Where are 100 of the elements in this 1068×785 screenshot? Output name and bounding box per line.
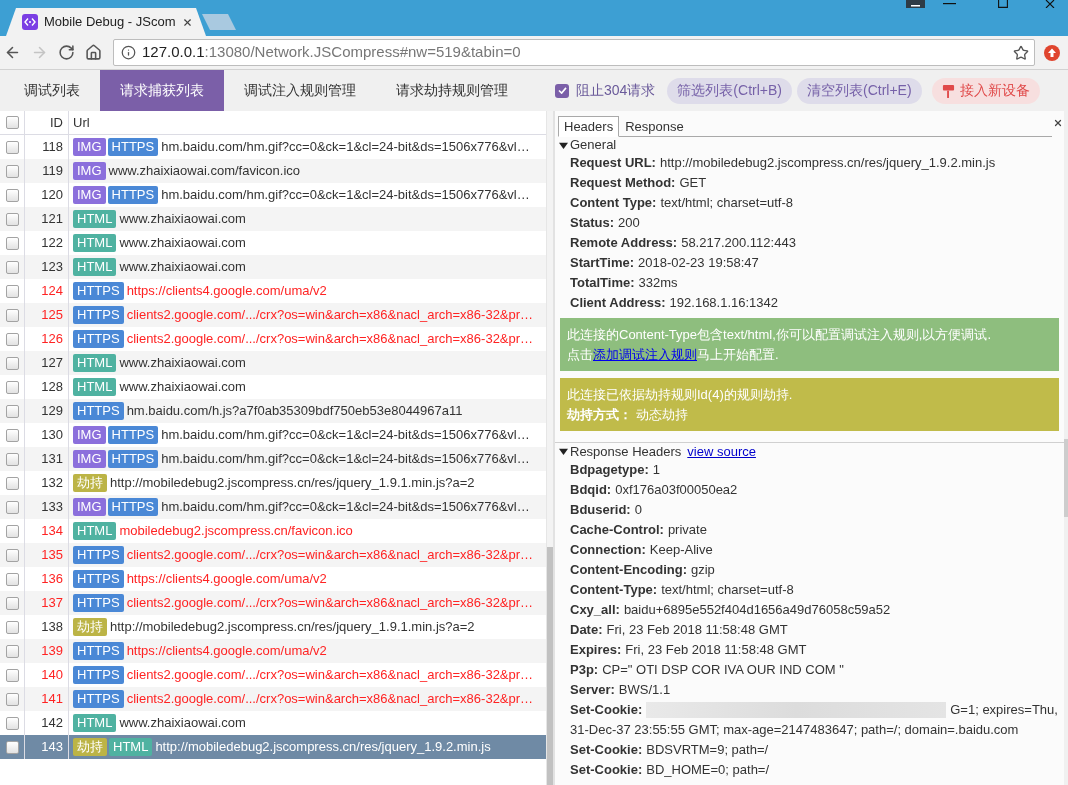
- row-checkbox[interactable]: [5, 212, 19, 226]
- url-cell-text: https://clients4.google.com/uma/v2: [126, 282, 327, 301]
- scrollbar-thumb[interactable]: [547, 547, 553, 785]
- minimize-icon[interactable]: [943, 3, 956, 5]
- id-cell-text: 135: [41, 546, 63, 565]
- url-cell-text: www.zhaixiaowai.com: [119, 354, 246, 373]
- nav-tab[interactable]: 调试注入规则管理: [224, 70, 376, 111]
- table-row[interactable]: 121 HTML www.zhaixiaowai.com: [0, 207, 546, 231]
- add-rule-link[interactable]: 添加调试注入规则: [593, 347, 697, 362]
- row-checkbox[interactable]: [5, 188, 19, 202]
- row-checkbox[interactable]: [5, 668, 19, 682]
- id-cell-text: 120: [41, 186, 63, 205]
- protocol-tag: HTTPS: [73, 546, 124, 564]
- table-row[interactable]: 133 IMG HTTPS hm.baidu.com/hm.gif?cc=0&ck=1&cl=24-bit&ds=1506x776&vl…: [0, 495, 546, 519]
- address-bar[interactable]: 127.0.0.1:13080/Network.JSCompress#nw=519&tabin=0: [113, 39, 1035, 66]
- nav-tab[interactable]: 请求捕获列表: [100, 70, 224, 111]
- close-icon[interactable]: [181, 16, 193, 28]
- type-tag: HTML: [73, 378, 117, 396]
- url-cell-text: hm.baidu.com/hm.gif?cc=0&ck=1&cl=24-bit&ds=1506x776&vl…: [161, 498, 530, 517]
- extension-icon[interactable]: [1043, 44, 1060, 61]
- new-tab-button[interactable]: [202, 14, 236, 30]
- url-cell-text: mobiledebug2.jscompress.cn/favicon.ico: [119, 522, 353, 541]
- close-icon[interactable]: [1053, 118, 1063, 128]
- browser-tab[interactable]: Mobile Debug - JScom: [6, 8, 206, 36]
- table-row[interactable]: 131 IMG HTTPS hm.baidu.com/hm.gif?cc=0&ck=1&cl=24-bit&ds=1506x776&vl…: [0, 447, 546, 471]
- table-row[interactable]: 129 HTTPS hm.baidu.com/h.js?a7f0ab35309bdf750eb53e8044967a11: [0, 399, 546, 423]
- row-checkbox[interactable]: [5, 332, 19, 346]
- row-checkbox[interactable]: [5, 500, 19, 514]
- protocol-tag: HTTPS: [73, 690, 124, 708]
- id-cell-text: 138: [41, 618, 63, 637]
- info-icon[interactable]: [121, 45, 136, 60]
- field-name: Cxy_all:: [570, 602, 620, 617]
- row-checkbox[interactable]: [5, 452, 19, 466]
- row-checkbox[interactable]: [5, 740, 19, 754]
- close-icon[interactable]: [1045, 0, 1055, 8]
- row-checkbox[interactable]: [5, 620, 19, 634]
- profile-icon[interactable]: [906, 0, 925, 8]
- row-checkbox[interactable]: [5, 236, 19, 250]
- table-row[interactable]: 135 HTTPS clients2.google.com/.../crx?os=win&arch=x86&nacl_arch=x86-32&pr…: [0, 543, 546, 567]
- table-row[interactable]: 139 HTTPS https://clients4.google.com/uma/v2: [0, 639, 546, 663]
- row-checkbox[interactable]: [5, 716, 19, 730]
- row-checkbox[interactable]: [5, 356, 19, 370]
- field-name: Set-Cookie:: [570, 742, 643, 757]
- protocol-tag: HTTPS: [73, 282, 124, 300]
- id-cell-text: 131: [41, 450, 63, 469]
- column-header: ID: [50, 113, 63, 132]
- toolbar-button[interactable]: 清空列表(Ctrl+E): [797, 77, 922, 104]
- row-checkbox[interactable]: [5, 260, 19, 274]
- panel-tab[interactable]: Headers: [558, 116, 620, 137]
- protocol-tag: HTTPS: [107, 186, 159, 204]
- row-checkbox[interactable]: [5, 308, 19, 322]
- view-source-link[interactable]: view source: [687, 441, 756, 462]
- panel-tab[interactable]: Response: [619, 116, 690, 137]
- field-name: Bdqid:: [570, 482, 612, 497]
- row-checkbox[interactable]: [5, 140, 19, 154]
- row-checkbox[interactable]: [5, 428, 19, 442]
- table-row[interactable]: 125 HTTPS clients2.google.com/.../crx?os=win&arch=x86&nacl_arch=x86-32&pr…: [0, 303, 546, 327]
- scrollbar-thumb[interactable]: [1064, 439, 1068, 517]
- protocol-tag: HTTPS: [107, 138, 159, 156]
- id-cell-text: 128: [41, 378, 63, 397]
- type-tag: IMG: [73, 162, 106, 180]
- table-row[interactable]: 119 IMG www.zhaixiaowai.com/favicon.ico: [0, 159, 546, 183]
- row-checkbox[interactable]: [5, 524, 19, 538]
- url-cell-text: clients2.google.com/.../crx?os=win&arch=x86&nacl_arch=x86-32&pr…: [126, 594, 534, 613]
- maximize-icon[interactable]: [998, 0, 1008, 8]
- row-checkbox[interactable]: [5, 692, 19, 706]
- star-icon[interactable]: [1013, 44, 1029, 61]
- reload-icon[interactable]: [58, 44, 75, 61]
- select-all-checkbox[interactable]: [5, 116, 19, 129]
- table-row[interactable]: 123 HTML www.zhaixiaowai.com: [0, 255, 546, 279]
- url-cell-text: clients2.google.com/.../crx?os=win&arch=x86&nacl_arch=x86-32&pr…: [126, 330, 534, 349]
- expand-triangle-icon[interactable]: [559, 140, 568, 150]
- field-name: TotalTime:: [570, 275, 635, 290]
- expand-triangle-icon[interactable]: [559, 447, 568, 456]
- table-row[interactable]: 127 HTML www.zhaixiaowai.com: [0, 351, 546, 375]
- nav-tab[interactable]: 调试列表: [4, 70, 100, 111]
- checkbox[interactable]: [555, 83, 569, 98]
- row-checkbox[interactable]: [5, 284, 19, 298]
- nav-tab[interactable]: 请求劫持规则管理: [376, 70, 528, 111]
- table-row[interactable]: 143 劫持 HTML http://mobiledebug2.jscompress.cn/res/jquery_1.9.2.min.js: [0, 735, 546, 759]
- row-checkbox[interactable]: [5, 572, 19, 586]
- toolbar-button[interactable]: 筛选列表(Ctrl+B): [667, 77, 792, 104]
- field-name: Bduserid:: [570, 502, 631, 517]
- section-title[interactable]: General: [570, 135, 617, 155]
- checkbox-label[interactable]: 阻止304请求: [576, 80, 656, 101]
- home-icon[interactable]: [85, 44, 102, 61]
- row-checkbox[interactable]: [5, 380, 19, 394]
- row-checkbox[interactable]: [5, 596, 19, 610]
- field-value: 2018-02-23 19:58:47: [638, 255, 759, 270]
- url-cell-text: www.zhaixiaowai.com/favicon.ico: [108, 162, 301, 181]
- table-row[interactable]: 141 HTTPS clients2.google.com/.../crx?os=win&arch=x86&nacl_arch=x86-32&pr…: [0, 687, 546, 711]
- url-cell-text: hm.baidu.com/hm.gif?cc=0&ck=1&cl=24-bit&ds=1506x776&vl…: [161, 450, 530, 469]
- row-checkbox[interactable]: [5, 644, 19, 658]
- row-checkbox[interactable]: [5, 404, 19, 418]
- row-checkbox[interactable]: [5, 164, 19, 178]
- row-checkbox[interactable]: [5, 548, 19, 562]
- table-row[interactable]: 137 HTTPS clients2.google.com/.../crx?os=win&arch=x86&nacl_arch=x86-32&pr…: [0, 591, 546, 615]
- field-name: StartTime:: [570, 255, 635, 270]
- section-title[interactable]: Response Headers: [570, 441, 682, 462]
- row-checkbox[interactable]: [5, 476, 19, 490]
